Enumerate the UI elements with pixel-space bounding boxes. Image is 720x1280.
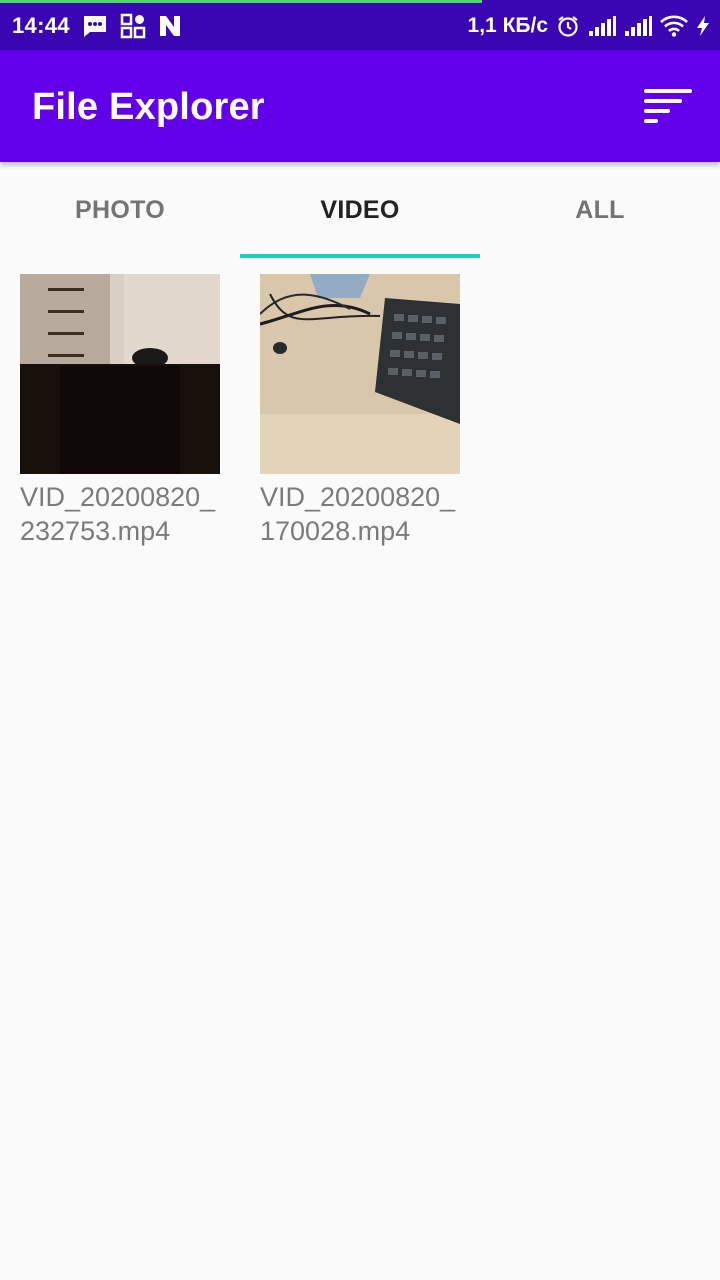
app-bar: File Explorer xyxy=(0,50,720,162)
alarm-icon xyxy=(556,14,580,38)
status-left: 14:44 xyxy=(12,10,182,42)
status-time: 14:44 xyxy=(12,13,70,38)
tab-photo[interactable]: PHOTO xyxy=(0,162,240,258)
tab-bar: PHOTO VIDEO ALL xyxy=(0,162,720,258)
tab-indicator xyxy=(240,254,480,258)
file-name: VID_20200820_232753.mp4 xyxy=(20,482,216,546)
network-speed: 1,1 КБ/с xyxy=(467,14,548,37)
video-thumbnail xyxy=(260,274,460,474)
file-item[interactable]: VID_20200820_170028.mp4 xyxy=(260,274,460,548)
grid-app-icon xyxy=(120,13,146,39)
status-bar: 14:44 1,1 КБ/с xyxy=(0,0,720,50)
signal-icon xyxy=(588,15,616,37)
sort-button[interactable] xyxy=(640,80,696,130)
file-name: VID_20200820_170028.mp4 xyxy=(260,482,456,546)
tab-all[interactable]: ALL xyxy=(480,162,720,258)
signal-icon xyxy=(624,15,652,37)
status-right: 1,1 КБ/с xyxy=(468,10,710,42)
video-thumbnail xyxy=(20,274,220,474)
sort-icon xyxy=(643,87,693,123)
file-item[interactable]: VID_20200820_232753.mp4 xyxy=(20,274,220,548)
charging-icon xyxy=(696,15,710,37)
message-icon xyxy=(82,14,108,38)
app-title: File Explorer xyxy=(32,86,265,128)
wifi-icon xyxy=(660,15,688,37)
tab-video[interactable]: VIDEO xyxy=(240,162,480,258)
n-app-icon xyxy=(158,14,182,38)
page-load-progress xyxy=(0,0,482,3)
